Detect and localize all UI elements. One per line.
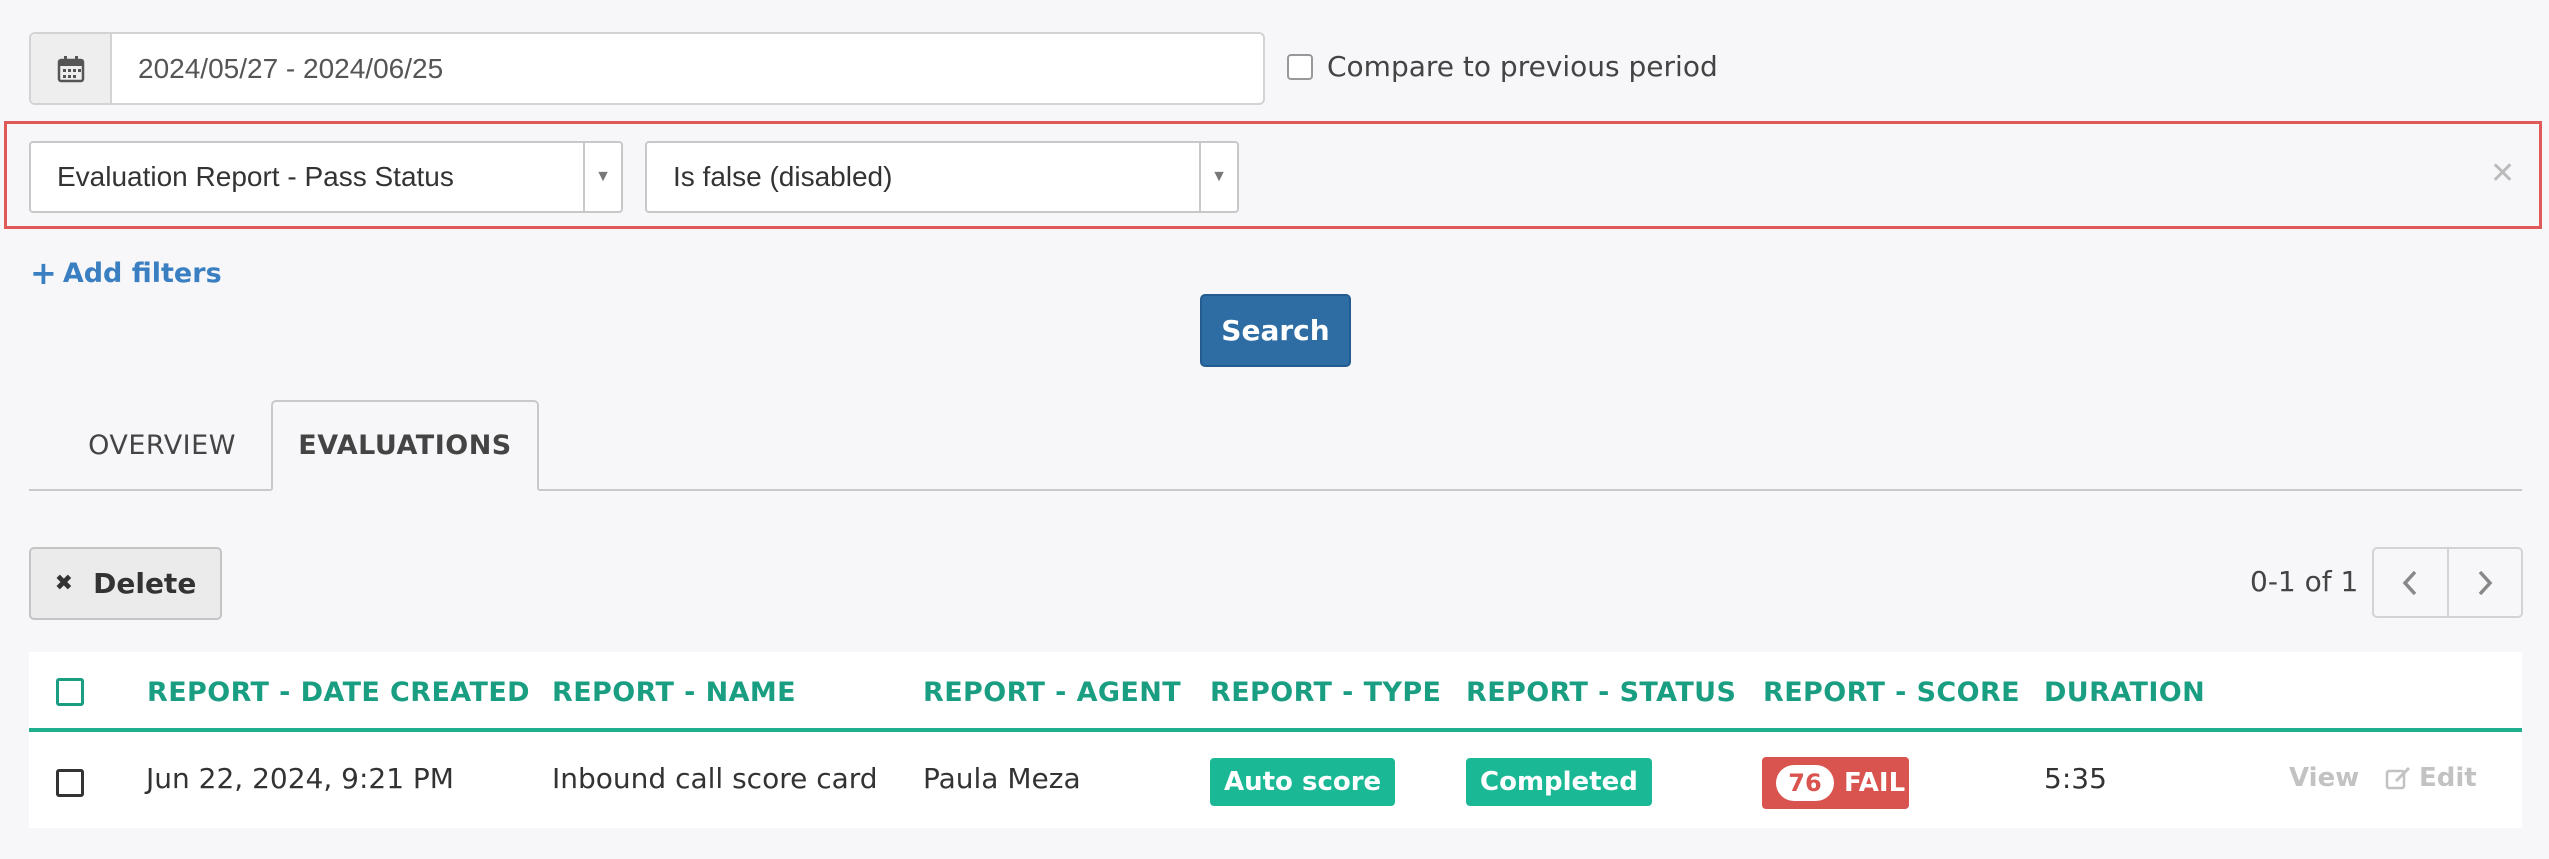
column-header-name[interactable]: REPORT - NAME bbox=[552, 677, 796, 708]
previous-page-button[interactable] bbox=[2374, 549, 2447, 616]
column-header-duration[interactable]: DURATION bbox=[2044, 677, 2205, 708]
column-header-type[interactable]: REPORT - TYPE bbox=[1210, 677, 1441, 708]
tab-evaluations[interactable]: EVALUATIONS bbox=[271, 400, 539, 491]
compare-previous-period[interactable]: Compare to previous period bbox=[1287, 50, 1718, 83]
compare-checkbox[interactable] bbox=[1287, 53, 1313, 80]
edit-button[interactable]: Edit bbox=[2385, 763, 2477, 793]
pagination bbox=[2372, 547, 2523, 618]
type-badge: Auto score bbox=[1210, 758, 1396, 806]
delete-button[interactable]: ✖ Delete bbox=[29, 547, 222, 620]
tab-overview[interactable]: OVERVIEW bbox=[62, 400, 262, 491]
column-header-date-created[interactable]: REPORT - DATE CREATED bbox=[147, 677, 530, 708]
row-checkbox[interactable] bbox=[56, 769, 84, 797]
column-header-status[interactable]: REPORT - STATUS bbox=[1466, 677, 1736, 708]
cell-duration: 5:35 bbox=[2044, 762, 2107, 795]
caret-down-icon[interactable]: ▼ bbox=[583, 143, 621, 211]
score-result: FAIL bbox=[1844, 768, 1906, 798]
status-badge: Completed bbox=[1466, 758, 1652, 806]
edit-icon bbox=[2385, 766, 2411, 790]
date-range-picker[interactable]: 2024/05/27 - 2024/06/25 bbox=[29, 32, 1265, 105]
close-icon: ✖ bbox=[54, 571, 74, 596]
filter-operator-value: Is false (disabled) bbox=[673, 161, 893, 192]
chevron-right-icon bbox=[2478, 570, 2493, 595]
filter-field-value: Evaluation Report - Pass Status bbox=[57, 161, 454, 192]
edit-label: Edit bbox=[2419, 763, 2477, 793]
select-all-checkbox[interactable] bbox=[56, 678, 84, 706]
chevron-left-icon bbox=[2402, 570, 2417, 595]
date-range-input[interactable]: 2024/05/27 - 2024/06/25 bbox=[112, 34, 1263, 103]
compare-label: Compare to previous period bbox=[1327, 50, 1718, 83]
pagination-count: 0-1 of 1 bbox=[2250, 565, 2359, 598]
add-filters-label: Add filters bbox=[62, 257, 222, 289]
column-header-score[interactable]: REPORT - SCORE bbox=[1763, 677, 2020, 708]
close-icon[interactable]: ✕ bbox=[2490, 156, 2515, 191]
caret-down-icon[interactable]: ▼ bbox=[1199, 143, 1237, 211]
evaluations-table: REPORT - DATE CREATED REPORT - NAME REPO… bbox=[29, 652, 2522, 828]
plus-icon: + bbox=[30, 254, 57, 292]
cell-report-name: Inbound call score card bbox=[552, 762, 878, 795]
calendar-icon[interactable] bbox=[31, 34, 112, 103]
table-header: REPORT - DATE CREATED REPORT - NAME REPO… bbox=[29, 652, 2522, 732]
next-page-button[interactable] bbox=[2446, 549, 2522, 616]
score-value: 76 bbox=[1776, 765, 1834, 801]
delete-label: Delete bbox=[93, 567, 197, 600]
column-header-agent[interactable]: REPORT - AGENT bbox=[923, 677, 1181, 708]
view-button[interactable]: View bbox=[2289, 763, 2359, 793]
filter-operator-select[interactable]: Is false (disabled) ▼ bbox=[645, 141, 1239, 213]
cell-date-created: Jun 22, 2024, 9:21 PM bbox=[146, 762, 454, 795]
search-button[interactable]: Search bbox=[1200, 294, 1351, 367]
filter-field-select[interactable]: Evaluation Report - Pass Status ▼ bbox=[29, 141, 623, 213]
score-badge: 76 FAIL bbox=[1762, 757, 1909, 809]
cell-agent: Paula Meza bbox=[923, 762, 1081, 795]
add-filters-link[interactable]: + Add filters bbox=[30, 254, 222, 292]
view-label: View bbox=[2289, 763, 2360, 793]
